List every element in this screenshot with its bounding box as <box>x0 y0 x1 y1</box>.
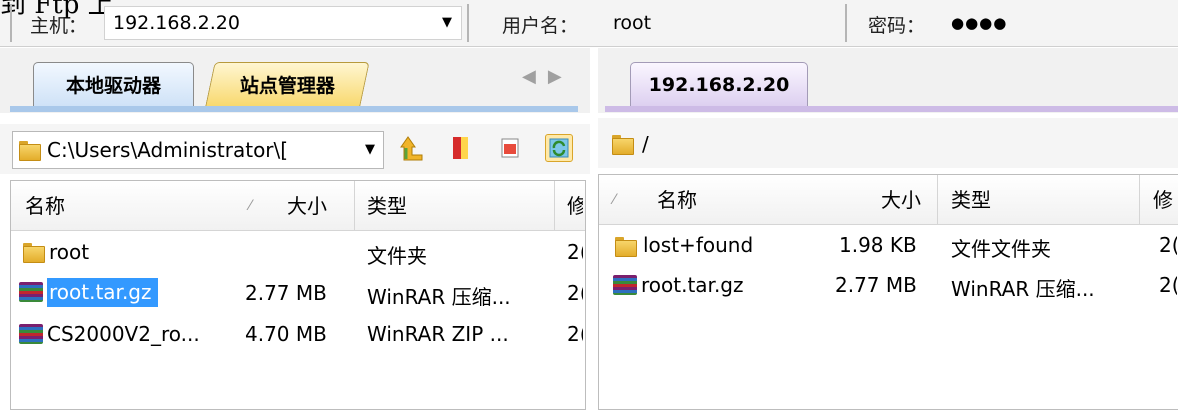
local-tab-underline <box>10 106 578 112</box>
folder-icon <box>615 237 637 257</box>
file-modified: 2( <box>567 281 583 305</box>
file-type: WinRAR ZIP ... <box>367 322 509 346</box>
folder-icon <box>19 141 41 161</box>
folder-icon <box>23 243 45 263</box>
column-separator <box>554 181 555 231</box>
file-type: WinRAR 压缩... <box>951 277 1095 301</box>
tab-site-manager[interactable]: 站点管理器 <box>205 62 370 106</box>
user-value: root <box>613 12 652 34</box>
chevron-down-icon[interactable]: ▼ <box>365 142 375 157</box>
user-label: 用户名： <box>502 15 579 37</box>
column-header-name[interactable]: 名称 <box>657 175 697 225</box>
file-size: 2.77 MB <box>245 281 327 305</box>
local-file-list[interactable]: 名称 ⁄ 大小 类型 修 root 文件夹 2( root.tar.gz 2.7… <box>10 180 586 410</box>
connbar-divider <box>10 4 12 42</box>
tab-remote-label: 192.168.2.20 <box>648 73 790 96</box>
file-name: root <box>49 240 90 264</box>
remote-path[interactable]: / <box>612 132 649 156</box>
connbar-divider <box>845 4 847 42</box>
connbar-divider <box>467 4 469 42</box>
table-row[interactable]: root 文件夹 2( <box>11 233 585 271</box>
host-input[interactable]: 192.168.2.20 ▼ <box>104 6 462 40</box>
winrar-archive-icon <box>19 282 43 302</box>
column-separator <box>1139 175 1140 225</box>
file-size: 4.70 MB <box>245 322 327 346</box>
table-row[interactable]: CS2000V2_ro... 4.70 MB WinRAR ZIP ... 2( <box>11 315 585 355</box>
tab-local-label: 本地驱动器 <box>65 75 161 97</box>
file-size: 1.98 KB <box>839 233 917 257</box>
column-header-type[interactable]: 类型 <box>951 175 991 225</box>
host-label: 主机： <box>30 15 88 37</box>
password-mask: ●●●● <box>951 14 1008 32</box>
password-input[interactable]: ●●●● <box>942 6 1178 40</box>
table-row[interactable]: root.tar.gz 2.77 MB WinRAR 压缩... 2( <box>599 267 1178 305</box>
file-modified: 2( <box>567 322 583 346</box>
remote-path-text: / <box>642 132 649 156</box>
user-input[interactable]: root <box>604 6 840 40</box>
file-name: CS2000V2_ro... <box>47 322 200 346</box>
tab-remote-host[interactable]: 192.168.2.20 <box>630 62 808 106</box>
column-header-modified[interactable]: 修 <box>1153 175 1178 225</box>
column-separator <box>354 181 355 231</box>
remote-path-bar <box>598 118 1178 168</box>
up-folder-icon[interactable] <box>398 134 426 162</box>
column-header-size[interactable]: 大小 <box>287 181 327 231</box>
file-modified: 2( <box>1159 233 1177 257</box>
file-name: root.tar.gz <box>641 273 744 297</box>
local-path-text: C:\Users\Administrator\[ <box>47 138 289 162</box>
file-size: 2.77 MB <box>835 273 917 297</box>
tab-site-label: 站点管理器 <box>239 75 335 97</box>
column-separator <box>937 175 938 225</box>
sort-asc-icon: ⁄ <box>249 198 252 214</box>
file-modified: 2( <box>567 240 583 264</box>
folder-icon <box>612 135 634 155</box>
winrar-archive-icon <box>613 275 637 295</box>
local-path-combo[interactable]: C:\Users\Administrator\[ ▼ <box>12 131 384 169</box>
remote-tab-underline <box>605 106 1178 112</box>
file-type: 文件文件夹 <box>951 237 1051 261</box>
chevron-down-icon[interactable]: ▼ <box>442 7 452 39</box>
tab-local-drive[interactable]: 本地驱动器 <box>33 62 194 106</box>
password-label: 密码： <box>868 15 926 37</box>
file-name: lost+found <box>643 233 754 257</box>
remote-file-list[interactable]: ⁄ 名称 大小 类型 修 lost+found 1.98 KB 文件文件夹 2(… <box>598 174 1178 410</box>
winrar-archive-icon <box>19 324 43 344</box>
file-name: root.tar.gz <box>47 278 158 307</box>
table-row[interactable]: root.tar.gz 2.77 MB WinRAR 压缩... 2( <box>11 273 585 313</box>
tab-scroll-arrows[interactable]: ◀▶ <box>522 66 574 87</box>
column-header-name[interactable]: 名称 <box>25 181 65 231</box>
column-header-type[interactable]: 类型 <box>367 181 407 231</box>
column-header-modified[interactable]: 修 <box>567 181 583 231</box>
file-type: WinRAR 压缩... <box>367 285 511 309</box>
file-modified: 2( <box>1159 273 1177 297</box>
host-value: 192.168.2.20 <box>113 12 240 34</box>
sort-asc-icon: ⁄ <box>613 192 616 208</box>
column-header-size[interactable]: 大小 <box>881 175 921 225</box>
new-folder-icon[interactable] <box>496 134 524 162</box>
file-type: 文件夹 <box>367 244 427 268</box>
table-row[interactable]: lost+found 1.98 KB 文件文件夹 2( <box>599 227 1178 265</box>
refresh-icon[interactable] <box>545 134 573 162</box>
delete-icon[interactable] <box>447 134 475 162</box>
